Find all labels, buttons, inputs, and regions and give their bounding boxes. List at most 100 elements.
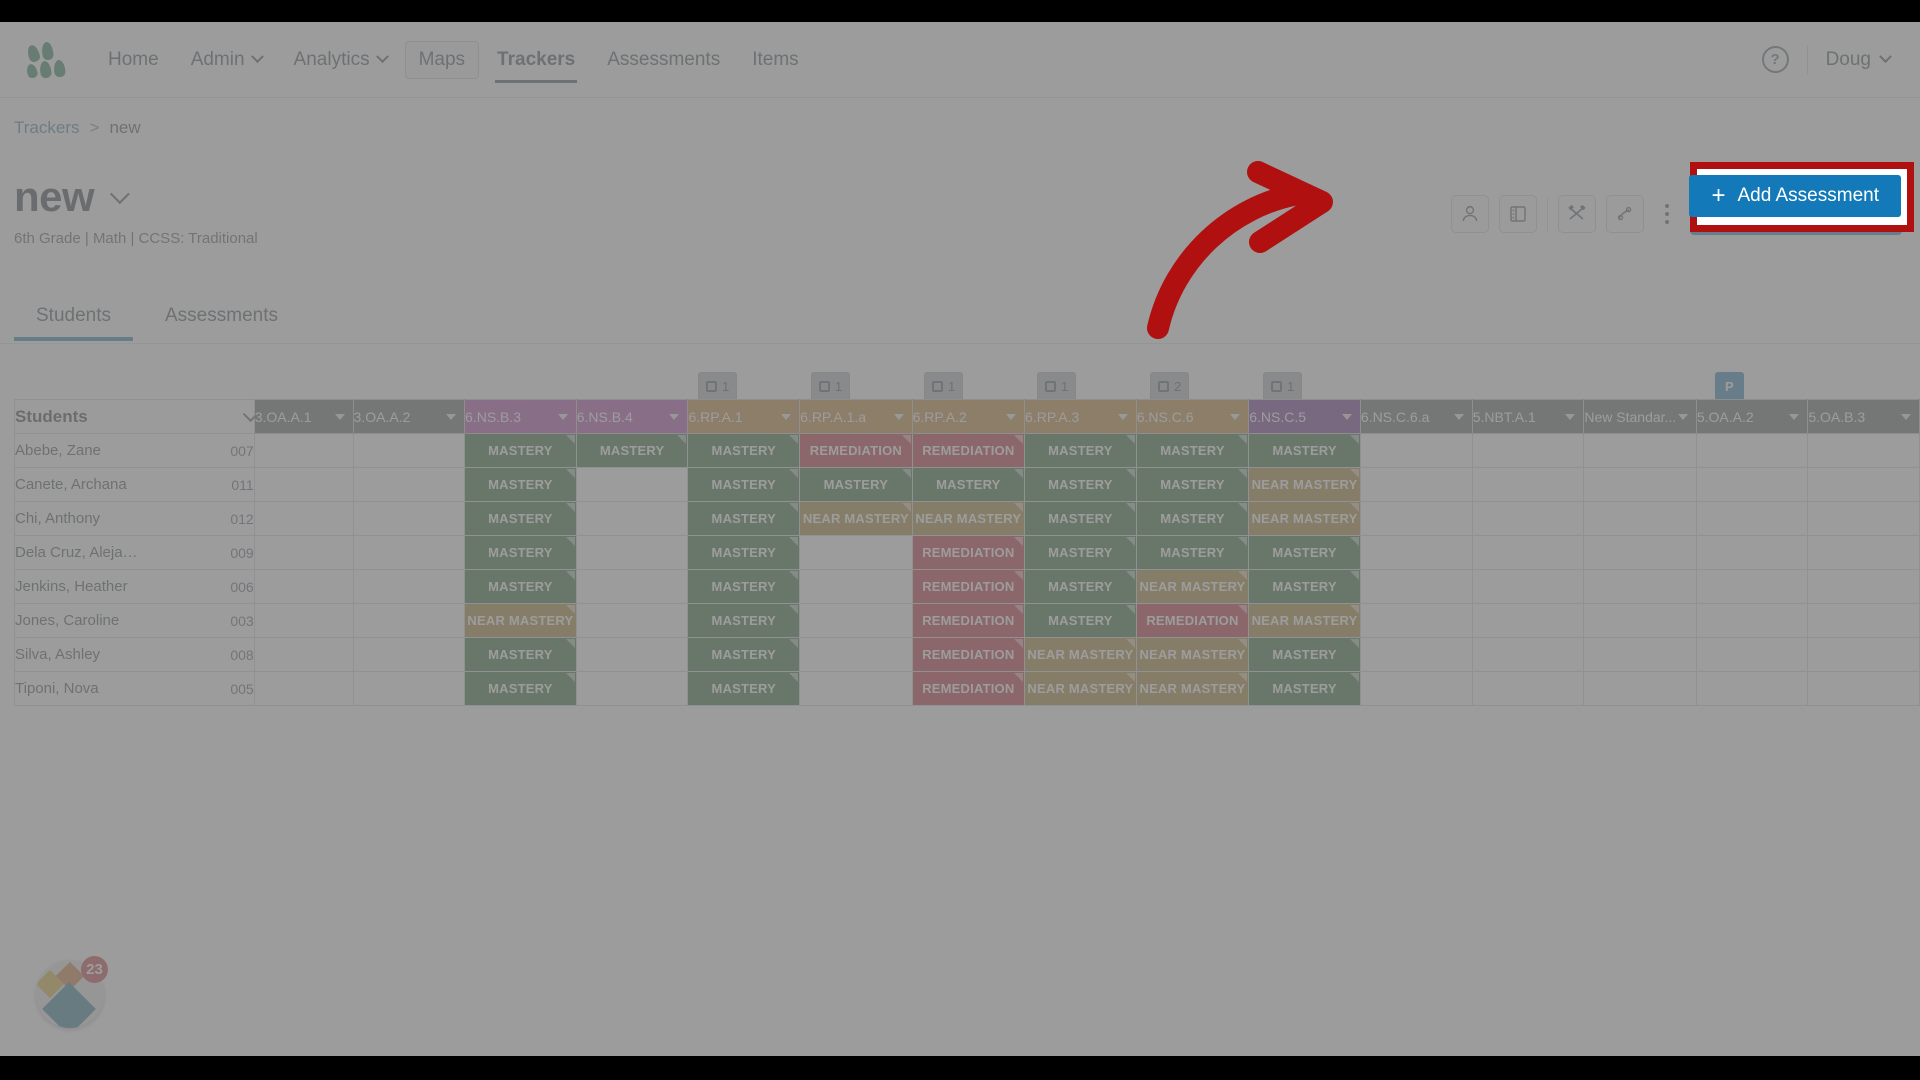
table-row[interactable]: Chi, Anthony 012 MASTERY MASTERY NEAR MASTER…	[14, 501, 1920, 536]
mastery-cell[interactable]	[1359, 569, 1473, 604]
mastery-cell[interactable]	[1583, 467, 1697, 502]
caret-down-icon[interactable]	[1901, 413, 1911, 420]
mastery-cell[interactable]	[352, 603, 466, 638]
app-logo[interactable]	[25, 40, 68, 79]
mastery-cell[interactable]	[253, 433, 354, 468]
mastery-cell[interactable]	[799, 603, 913, 638]
mastery-cell[interactable]: MASTERY	[1024, 467, 1137, 502]
mastery-cell[interactable]	[352, 433, 466, 468]
annotation-add-assessment-button[interactable]: + Add Assessment	[1689, 175, 1901, 217]
mastery-cell[interactable]: REMEDIATION	[1135, 603, 1250, 638]
column-header-6-ns-c-5[interactable]: 6.NS.C.5	[1248, 399, 1361, 434]
mastery-cell[interactable]: MASTERY	[799, 467, 913, 502]
title-dropdown-chevron-icon[interactable]	[110, 184, 130, 205]
mastery-cell[interactable]: MASTERY	[1024, 603, 1137, 638]
table-row[interactable]: Tiponi, Nova 005 MASTERY MASTERY REMEDIATION…	[14, 671, 1920, 706]
mastery-cell[interactable]	[575, 569, 689, 604]
mastery-cell[interactable]	[352, 467, 466, 502]
mastery-cell[interactable]	[253, 467, 354, 502]
mastery-cell[interactable]	[1359, 467, 1473, 502]
table-row[interactable]: Canete, Archana 011 MASTERY MASTERY MASTERY M…	[14, 467, 1920, 502]
mastery-cell[interactable]	[1807, 501, 1920, 536]
mastery-cell[interactable]	[352, 501, 466, 536]
column-header-6-rp-a-1[interactable]: 6.RP.A.1	[687, 399, 801, 434]
nav-item-trackers[interactable]: Trackers	[483, 41, 589, 83]
mastery-cell[interactable]: NEAR MASTERY	[1024, 671, 1137, 706]
column-header-3-oa-a-1[interactable]: 3.OA.A.1	[253, 399, 354, 434]
mastery-cell[interactable]: MASTERY	[464, 671, 577, 706]
mastery-cell[interactable]	[1471, 569, 1585, 604]
mastery-cell[interactable]	[1583, 671, 1697, 706]
nav-item-home[interactable]: Home	[94, 41, 173, 79]
mastery-cell[interactable]: MASTERY	[1248, 535, 1361, 570]
mastery-cell[interactable]	[352, 637, 466, 672]
mastery-cell[interactable]	[253, 603, 354, 638]
mastery-cell[interactable]: MASTERY	[1248, 569, 1361, 604]
more-options-icon[interactable]	[1654, 195, 1680, 233]
mastery-cell[interactable]: NEAR MASTERY	[464, 603, 577, 638]
mastery-cell[interactable]: MASTERY	[1024, 433, 1137, 468]
mastery-cell[interactable]: REMEDIATION	[911, 637, 1026, 672]
nav-item-analytics[interactable]: Analytics	[280, 41, 401, 79]
mastery-cell[interactable]	[799, 535, 913, 570]
column-badge-6-rp-a-3[interactable]: 1	[1037, 372, 1077, 399]
caret-down-icon[interactable]	[893, 413, 904, 420]
mastery-cell[interactable]	[1471, 433, 1585, 468]
mastery-cell[interactable]	[1471, 637, 1585, 672]
mastery-cell[interactable]: REMEDIATION	[911, 535, 1026, 570]
caret-down-icon[interactable]	[1006, 413, 1017, 420]
mastery-cell[interactable]: MASTERY	[687, 637, 801, 672]
column-header-6-rp-a-3[interactable]: 6.RP.A.3	[1024, 399, 1137, 434]
mastery-cell[interactable]	[1807, 535, 1920, 570]
mastery-cell[interactable]	[1359, 501, 1473, 536]
mastery-cell[interactable]: MASTERY	[1024, 535, 1137, 570]
mastery-cell[interactable]	[1807, 569, 1920, 604]
help-icon[interactable]: ?	[1761, 46, 1789, 73]
mastery-cell[interactable]: MASTERY	[1135, 467, 1250, 502]
mastery-cell[interactable]	[799, 671, 913, 706]
mastery-cell[interactable]	[1471, 467, 1585, 502]
mastery-cell[interactable]	[253, 671, 354, 706]
mastery-cell[interactable]	[1695, 671, 1809, 706]
mastery-cell[interactable]	[253, 569, 354, 604]
mastery-cell[interactable]: MASTERY	[464, 569, 577, 604]
mastery-cell[interactable]	[575, 467, 689, 502]
mastery-cell[interactable]: MASTERY	[1248, 671, 1361, 706]
mastery-cell[interactable]: MASTERY	[1248, 433, 1361, 468]
mastery-cell[interactable]: REMEDIATION	[911, 603, 1026, 638]
mastery-cell[interactable]: MASTERY	[464, 433, 577, 468]
mastery-cell[interactable]	[575, 501, 689, 536]
mastery-cell[interactable]	[1359, 433, 1473, 468]
mastery-cell[interactable]	[1695, 433, 1809, 468]
mastery-cell[interactable]: MASTERY	[464, 467, 577, 502]
column-header-5-nbt-a-1[interactable]: 5.NBT.A.1	[1471, 399, 1585, 434]
student-name-cell[interactable]: Canete, Archana 011	[14, 467, 255, 502]
nav-item-assessments[interactable]: Assessments	[593, 41, 734, 79]
mastery-cell[interactable]	[1359, 671, 1473, 706]
mastery-cell[interactable]	[352, 569, 466, 604]
student-name-cell[interactable]: Silva, Ashley 008	[14, 637, 255, 672]
mastery-cell[interactable]: MASTERY	[687, 501, 801, 536]
caret-down-icon[interactable]	[557, 413, 568, 420]
mastery-cell[interactable]	[1695, 603, 1809, 638]
column-header-6-ns-c-6[interactable]: 6.NS.C.6	[1135, 399, 1250, 434]
mastery-cell[interactable]	[352, 535, 466, 570]
caret-down-icon[interactable]	[334, 413, 345, 420]
mastery-cell[interactable]	[1583, 637, 1697, 672]
student-name-cell[interactable]: Jenkins, Heather 006	[14, 569, 255, 604]
mastery-cell[interactable]: REMEDIATION	[911, 671, 1026, 706]
mastery-cell[interactable]	[1695, 501, 1809, 536]
mastery-cell[interactable]: NEAR MASTERY	[1248, 603, 1361, 638]
student-name-cell[interactable]: Chi, Anthony 012	[14, 501, 255, 536]
mastery-cell[interactable]	[253, 637, 354, 672]
mastery-cell[interactable]	[1359, 637, 1473, 672]
mastery-cell[interactable]: NEAR MASTERY	[911, 501, 1026, 536]
mastery-cell[interactable]: REMEDIATION	[799, 433, 913, 468]
mastery-cell[interactable]	[1695, 637, 1809, 672]
mastery-cell[interactable]	[1583, 501, 1697, 536]
column-badge-5-oa-a-2[interactable]: P	[1715, 372, 1744, 399]
mastery-cell[interactable]	[1807, 603, 1920, 638]
mastery-cell[interactable]: MASTERY	[1248, 637, 1361, 672]
column-header-5-oa-a-2[interactable]: 5.OA.A.2	[1695, 399, 1809, 434]
mastery-cell[interactable]: MASTERY	[1024, 569, 1137, 604]
